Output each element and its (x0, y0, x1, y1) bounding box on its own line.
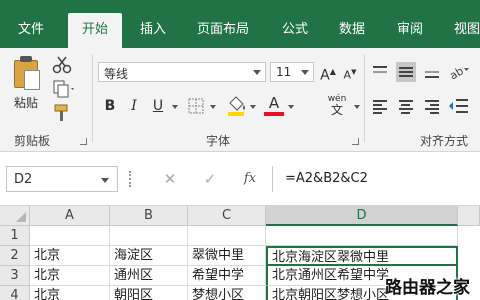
font-color-dropdown[interactable] (288, 105, 294, 109)
cell-c1[interactable] (188, 226, 266, 246)
cell-a1[interactable] (30, 226, 110, 246)
underline-dropdown[interactable] (172, 105, 178, 109)
svg-text:ab: ab (448, 64, 466, 82)
format-painter-icon[interactable] (52, 104, 72, 122)
font-launcher[interactable] (352, 138, 359, 145)
tab-insert[interactable]: 插入 (140, 15, 166, 48)
decrease-indent-icon[interactable] (448, 96, 470, 116)
cell-a4[interactable]: 北京 (30, 286, 110, 300)
cell-d1[interactable] (266, 226, 458, 246)
font-color-button[interactable]: A (264, 94, 284, 116)
formula-text: =A2&B2&C2 (285, 171, 368, 186)
worksheet-grid: A B C D 1 2 北京 海淀区 翠微中里 北京海淀区翠微中里 3 北京 通… (0, 206, 480, 300)
middle-align-button[interactable] (396, 62, 416, 82)
cell-b3[interactable]: 通州区 (110, 266, 188, 286)
row-header[interactable]: 3 (0, 266, 30, 286)
column-header-d[interactable]: D (266, 206, 458, 226)
cell-d2[interactable]: 北京海淀区翠微中里 (266, 246, 458, 266)
tab-view[interactable]: 视图 (454, 15, 480, 48)
cell-a3[interactable]: 北京 (30, 266, 110, 286)
cell-b2[interactable]: 海淀区 (110, 246, 188, 266)
increase-font-size-button[interactable]: A▲ (318, 62, 338, 84)
align-center-button[interactable] (396, 96, 416, 116)
cancel-icon[interactable]: ✕ (152, 166, 188, 192)
ribbon-tab-bar: 文件 开始 插入 页面布局 公式 数据 审阅 视图 (0, 0, 480, 48)
top-align-button[interactable] (370, 62, 390, 82)
phonetic-guide-button[interactable]: wén 文 (322, 94, 352, 116)
formula-bar: D2 ✕ ✓ fx =A2&B2&C2 (0, 152, 480, 206)
phonetic-dropdown[interactable] (354, 105, 360, 109)
row-header[interactable]: 4 (0, 286, 30, 300)
column-header-b[interactable]: B (110, 206, 188, 226)
clipboard-launcher[interactable] (80, 138, 87, 145)
align-right-button[interactable] (422, 96, 442, 116)
copy-icon[interactable] (52, 80, 76, 98)
fill-color-dropdown[interactable] (250, 105, 256, 109)
bold-button[interactable]: B (100, 96, 120, 116)
cell-a2[interactable]: 北京 (30, 246, 110, 266)
formula-bar-resize-handle[interactable] (129, 171, 132, 187)
tab-home[interactable]: 开始 (68, 13, 123, 48)
insert-function-icon[interactable]: fx (232, 166, 268, 192)
column-header-next[interactable] (458, 206, 480, 226)
column-header-a[interactable]: A (30, 206, 110, 226)
alignment-group-label: 对齐方式 (420, 134, 469, 148)
cell-c4[interactable]: 梦想小区 (188, 286, 266, 300)
border-icon[interactable] (188, 98, 206, 114)
tab-data[interactable]: 数据 (339, 15, 365, 48)
chevron-down-icon (253, 70, 261, 75)
tab-formulas[interactable]: 公式 (282, 15, 308, 48)
tab-review[interactable]: 审阅 (397, 15, 423, 48)
column-header-c[interactable]: C (188, 206, 266, 226)
cell-b1[interactable] (110, 226, 188, 246)
name-box-value: D2 (14, 172, 33, 187)
border-dropdown[interactable] (210, 105, 216, 109)
select-all-button[interactable] (0, 206, 30, 226)
font-size-value: 11 (276, 65, 292, 79)
align-left-button[interactable] (370, 96, 390, 116)
chevron-down-icon (301, 70, 309, 75)
phonetic-icon: 文 (330, 103, 343, 117)
font-name-value: 等线 (104, 67, 129, 81)
watermark: 路由器之家 (385, 278, 470, 298)
chevron-down-icon (101, 178, 109, 183)
cell-b4[interactable]: 朝阳区 (110, 286, 188, 300)
tab-page-layout[interactable]: 页面布局 (197, 15, 249, 48)
cell-c3[interactable]: 希望中学 (188, 266, 266, 286)
underline-button[interactable]: U (148, 96, 168, 116)
decrease-font-size-button[interactable]: A▼ (340, 62, 360, 82)
tab-file[interactable]: 文件 (18, 15, 44, 48)
cut-icon[interactable] (52, 56, 72, 74)
enter-icon[interactable]: ✓ (192, 166, 228, 192)
ribbon-home: 粘贴 剪贴板 等线 11 A▲ A▼ B I U A wén 文 字体 ab 对… (0, 48, 480, 152)
font-group-label: 字体 (206, 134, 231, 148)
orientation-icon[interactable]: ab (448, 62, 470, 82)
row-header[interactable]: 1 (0, 226, 30, 246)
name-box[interactable]: D2 (6, 166, 118, 192)
bottom-align-button[interactable] (422, 62, 442, 82)
cell-c2[interactable]: 翠微中里 (188, 246, 266, 266)
formula-input[interactable]: =A2&B2&C2 (272, 166, 480, 192)
row-header[interactable]: 2 (0, 246, 30, 266)
italic-button[interactable]: I (124, 96, 144, 116)
font-color-swatch (264, 112, 284, 116)
font-size-box[interactable]: 11 (270, 62, 314, 82)
font-name-box[interactable]: 等线 (98, 62, 266, 82)
paste-label[interactable]: 粘贴 (14, 94, 38, 111)
fill-color-icon[interactable] (226, 94, 248, 116)
clipboard-group-label: 剪贴板 (14, 134, 51, 148)
